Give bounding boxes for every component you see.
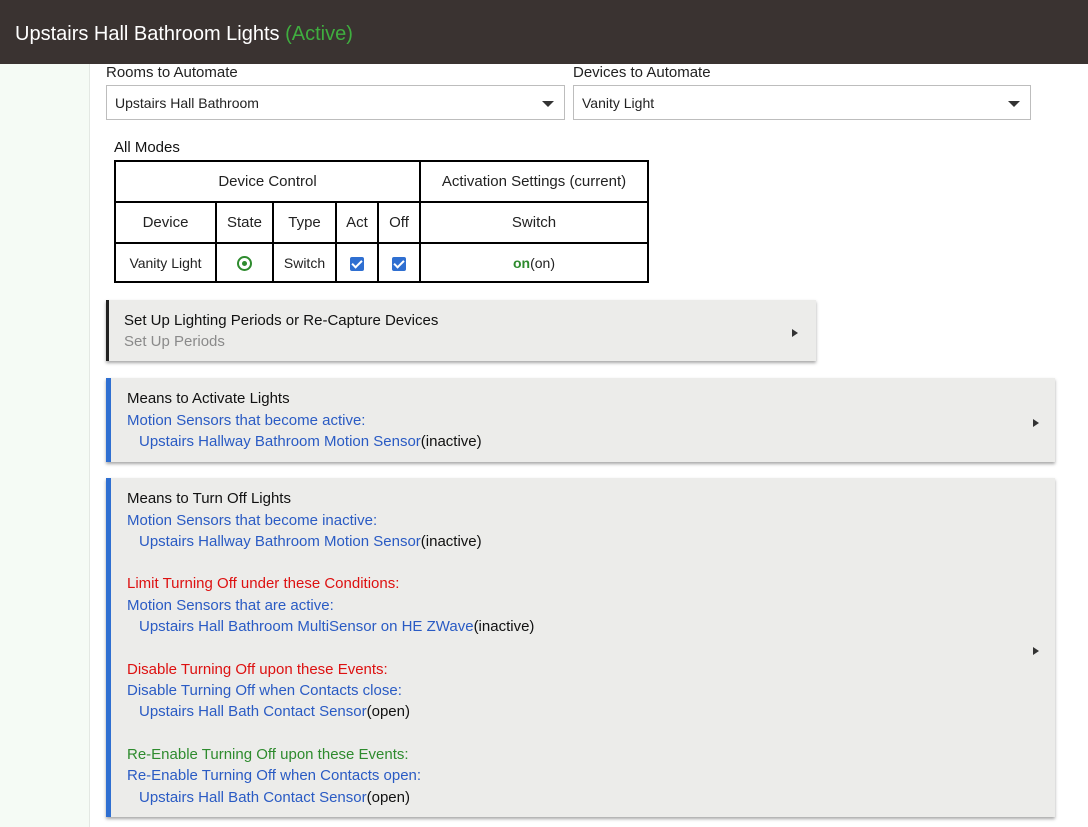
reenable-header: Re-Enable Turning Off upon these Events: [127, 746, 409, 763]
turnoff-sensor1-line: Upstairs Hallway Bathroom Motion Sensor(… [139, 533, 482, 550]
col-device: Device [114, 201, 217, 244]
turnoff-sensor3-line: Upstairs Hall Bath Contact Sensor(open) [139, 703, 410, 720]
device-control-table: Device Control Activation Settings (curr… [114, 160, 649, 283]
app-header: Upstairs Hall Bathroom Lights (Active) [0, 0, 1088, 64]
rooms-select[interactable]: Upstairs Hall Bathroom [106, 85, 565, 120]
act-cell [335, 242, 379, 283]
devices-label: Devices to Automate [573, 64, 711, 81]
turn-off-lights-button[interactable]: Means to Turn Off Lights Motion Sensors … [106, 478, 1055, 817]
off-checkbox[interactable] [392, 256, 406, 271]
rooms-select-value: Upstairs Hall Bathroom [115, 95, 259, 111]
activate-sensor: Upstairs Hallway Bathroom Motion Sensor [139, 433, 421, 450]
chevron-right-icon [1033, 419, 1039, 427]
turnoff-sensor3-state: (open) [366, 703, 410, 720]
active-status: (Active) [285, 23, 353, 45]
device-name-cell: Vanity Light [114, 242, 217, 283]
app-title-text: Upstairs Hall Bathroom Lights [15, 23, 280, 45]
state-indicator-icon [237, 255, 252, 271]
col-state: State [215, 201, 274, 244]
devices-select-value: Vanity Light [582, 95, 655, 111]
chevron-down-icon [542, 101, 554, 107]
switch-on-value[interactable]: on [513, 255, 530, 271]
col-switch: Switch [419, 201, 649, 244]
col-type: Type [272, 201, 337, 244]
activate-sub: Motion Sensors that become active: [127, 412, 366, 429]
activate-sensor-state: (inactive) [420, 433, 482, 450]
turnoff-sensor4-line: Upstairs Hall Bath Contact Sensor(open) [139, 789, 410, 806]
switch-cell[interactable]: on(on) [419, 242, 649, 283]
turnoff-sub4: Re-Enable Turning Off when Contacts open… [127, 767, 422, 784]
limit-header: Limit Turning Off under these Conditions… [127, 575, 400, 592]
col-off: Off [377, 201, 421, 244]
turnoff-sensor2: Upstairs Hall Bathroom MultiSensor on HE… [139, 618, 474, 635]
left-sidebar [0, 64, 90, 827]
chevron-right-icon [792, 329, 798, 337]
turnoff-sensor4-state: (open) [366, 789, 410, 806]
modes-label: All Modes [114, 139, 180, 156]
turnoff-sensor1: Upstairs Hallway Bathroom Motion Sensor [139, 533, 421, 550]
turnoff-sub2: Motion Sensors that are active: [127, 597, 334, 614]
device-control-header: Device Control [114, 160, 421, 203]
turnoff-sensor4: Upstairs Hall Bath Contact Sensor [139, 789, 367, 806]
turnoff-sensor2-line: Upstairs Hall Bathroom MultiSensor on HE… [139, 618, 534, 635]
turnoff-sensor3: Upstairs Hall Bath Contact Sensor [139, 703, 367, 720]
table-row: Vanity Light Switch on(on) [114, 242, 649, 283]
turnoff-title: Means to Turn Off Lights [127, 490, 291, 507]
activate-title: Means to Activate Lights [127, 390, 290, 407]
lighting-periods-title: Set Up Lighting Periods or Re-Capture De… [124, 312, 439, 329]
switch-current-value: (on) [530, 254, 555, 271]
turnoff-sub3: Disable Turning Off when Contacts close: [127, 682, 402, 699]
disable-header: Disable Turning Off upon these Events: [127, 661, 388, 678]
chevron-down-icon [1008, 101, 1020, 107]
act-checkbox[interactable] [350, 256, 364, 271]
rooms-label: Rooms to Automate [106, 64, 238, 81]
activation-settings-header: Activation Settings (current) [419, 160, 649, 203]
off-cell [377, 242, 421, 283]
page-title: Upstairs Hall Bathroom Lights (Active) [15, 21, 353, 47]
chevron-right-icon [1033, 647, 1039, 655]
activate-lights-button[interactable]: Means to Activate Lights Motion Sensors … [106, 378, 1055, 462]
type-cell: Switch [272, 242, 337, 283]
activate-sensor-line: Upstairs Hallway Bathroom Motion Sensor(… [139, 433, 482, 450]
turnoff-sensor1-state: (inactive) [420, 533, 482, 550]
lighting-periods-subtitle: Set Up Periods [124, 333, 225, 350]
devices-select[interactable]: Vanity Light [573, 85, 1031, 120]
turnoff-sub1: Motion Sensors that become inactive: [127, 512, 378, 529]
turnoff-sensor2-state: (inactive) [473, 618, 535, 635]
lighting-periods-button[interactable]: Set Up Lighting Periods or Re-Capture De… [106, 300, 816, 361]
state-cell [215, 242, 274, 283]
col-act: Act [335, 201, 379, 244]
